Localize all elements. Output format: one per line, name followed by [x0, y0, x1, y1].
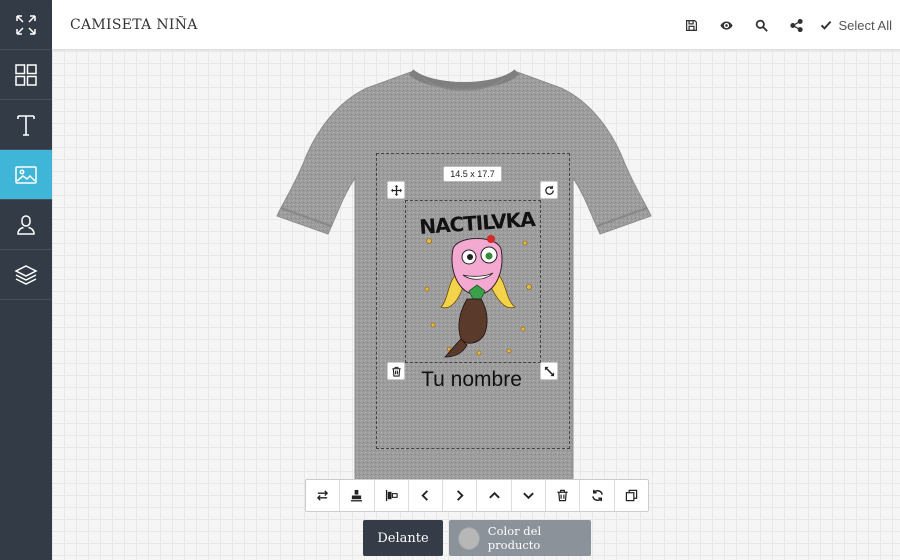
arrow-down-icon [523, 492, 534, 500]
rotate-handle[interactable] [540, 181, 558, 199]
refresh-icon [591, 489, 603, 502]
sidebar-item-layers[interactable] [0, 250, 52, 300]
trash-icon [557, 489, 568, 502]
align-bottom-icon [351, 489, 363, 502]
layers-icon [14, 264, 38, 285]
artwork-image[interactable]: NACTILVKA [419, 207, 535, 361]
align-left-icon [385, 489, 398, 502]
sidebar-item-fullscreen[interactable] [0, 0, 52, 50]
duplicate-icon [625, 489, 638, 502]
resize-handle[interactable] [540, 362, 558, 380]
save-icon [685, 19, 697, 31]
sidebar [0, 0, 52, 560]
select-all-button[interactable]: Select All [820, 18, 892, 33]
selection-size-label: 14.5 x 17.7 [443, 166, 502, 182]
sidebar-item-image[interactable] [0, 150, 52, 200]
arrow-left-icon [421, 490, 429, 501]
share-button[interactable] [779, 0, 814, 50]
reset-button[interactable] [580, 480, 615, 511]
arrow-right-icon [457, 490, 464, 501]
image-icon [15, 165, 37, 184]
share-icon [789, 18, 803, 32]
user-icon [17, 214, 35, 235]
move-left-button[interactable] [409, 480, 444, 511]
product-color-button[interactable]: Color del producto [449, 520, 591, 556]
sidebar-item-products[interactable] [0, 50, 52, 100]
text-icon [17, 114, 35, 136]
front-view-button[interactable]: Delante [363, 520, 443, 556]
save-button[interactable] [674, 0, 709, 50]
search-icon [755, 19, 768, 32]
product-title: CAMISETA NIÑA [70, 17, 198, 33]
align-bottom-button[interactable] [340, 480, 375, 511]
resize-icon [544, 366, 554, 376]
check-icon [820, 20, 831, 30]
mermaid-illustration [424, 235, 532, 358]
move-handle[interactable] [387, 181, 405, 199]
rotate-icon [544, 185, 554, 195]
zoom-button[interactable] [744, 0, 779, 50]
delete-button[interactable] [546, 480, 581, 511]
preview-button[interactable] [709, 0, 744, 50]
eye-icon [719, 20, 733, 30]
grid-icon [15, 63, 37, 86]
header-tools: Select All [674, 0, 892, 50]
swap-icon [317, 490, 329, 501]
sidebar-item-user[interactable] [0, 200, 52, 250]
fullscreen-icon [16, 14, 36, 35]
custom-name-text[interactable]: Tu nombre [409, 368, 534, 392]
sidebar-item-text[interactable] [0, 100, 52, 150]
delete-handle[interactable] [387, 362, 405, 380]
color-swatch [458, 526, 480, 550]
trash-icon [391, 366, 401, 377]
move-right-button[interactable] [443, 480, 478, 511]
design-canvas[interactable]: 14.5 x 17.7 NACTILVKA Tu nombre Delante … [52, 51, 900, 560]
product-color-label: Color del producto [487, 524, 542, 552]
move-up-button[interactable] [477, 480, 512, 511]
move-icon [390, 184, 402, 196]
duplicate-button[interactable] [615, 480, 648, 511]
object-toolbar [305, 479, 649, 512]
top-header: CAMISETA NIÑA Select All [52, 0, 900, 50]
select-all-label: Select All [838, 17, 892, 33]
arrow-up-icon [488, 491, 500, 499]
swap-button[interactable] [306, 480, 341, 511]
align-left-button[interactable] [375, 480, 409, 511]
move-down-button[interactable] [512, 480, 547, 511]
